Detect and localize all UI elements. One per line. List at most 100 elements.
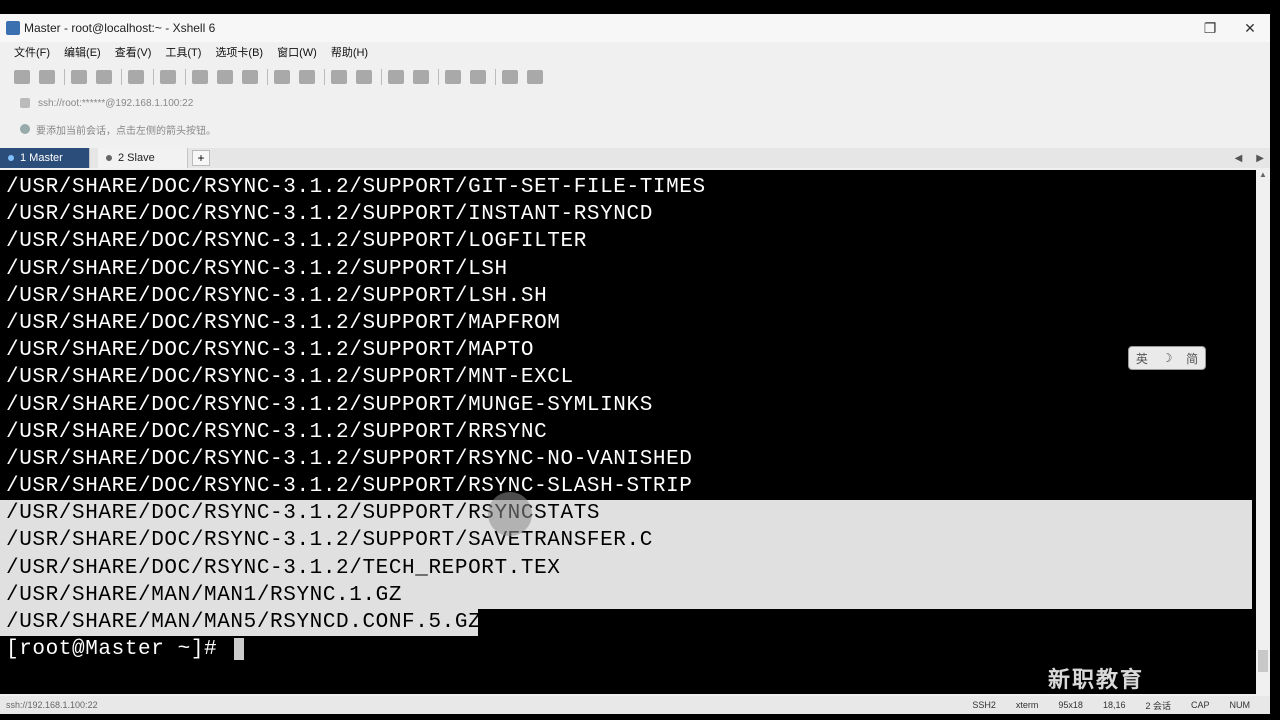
- find-icon[interactable]: [160, 70, 176, 84]
- toolbar: [0, 64, 1270, 90]
- toolbar-divider: [153, 69, 154, 85]
- window-title: Master - root@localhost:~ - Xshell 6: [24, 21, 216, 35]
- tab-prev-icon[interactable]: ◀: [1235, 153, 1243, 164]
- close-window-button[interactable]: ✕: [1230, 20, 1270, 37]
- toolbar-divider: [495, 69, 496, 85]
- menu-file[interactable]: 文件(F): [14, 44, 50, 60]
- terminal-line: /USR/SHARE/DOC/RSYNC-3.1.2/SUPPORT/LSH.S…: [6, 284, 548, 308]
- menu-window[interactable]: 窗口(W): [277, 44, 317, 60]
- tab-master[interactable]: 1 Master: [0, 148, 90, 168]
- terminal-line: /USR/SHARE/DOC/RSYNC-3.1.2/SUPPORT/MAPFR…: [6, 311, 561, 335]
- toolbar-divider: [185, 69, 186, 85]
- lock-icon[interactable]: [356, 70, 372, 84]
- info-icon: [20, 124, 30, 134]
- shell-prompt: [root@Master ~]#: [6, 638, 231, 662]
- help-icon[interactable]: [502, 70, 518, 84]
- ime-toolbar[interactable]: 英 ☽ 简: [1128, 346, 1206, 370]
- toolbar-divider: [267, 69, 268, 85]
- terminal-line: /USR/SHARE/DOC/RSYNC-3.1.2/SUPPORT/MAPTO: [6, 339, 535, 363]
- font-icon[interactable]: [242, 70, 258, 84]
- tab-bar: 1 Master 2 Slave + ◀ ▶: [0, 148, 1270, 168]
- toolbar-divider: [438, 69, 439, 85]
- address-text: ssh://root:******@192.168.1.100:22: [38, 97, 194, 109]
- toolbar-divider: [381, 69, 382, 85]
- menu-tab[interactable]: 选项卡(B): [215, 44, 263, 60]
- scroll-thumb[interactable]: [1258, 650, 1268, 672]
- fullscreen-icon[interactable]: [331, 70, 347, 84]
- session-lock-icon: [20, 98, 30, 108]
- layout-icon[interactable]: [470, 70, 486, 84]
- session-hint-bar: 要添加当前会话，点击左侧的箭头按钮。: [0, 118, 1260, 140]
- menu-view[interactable]: 查看(V): [115, 44, 152, 60]
- terminal-line-selected: /USR/SHARE/DOC/RSYNC-3.1.2/TECH_REPORT.T…: [0, 554, 1252, 582]
- disconnect-icon[interactable]: [96, 70, 112, 84]
- chat-icon[interactable]: [527, 70, 543, 84]
- terminal-line: /USR/SHARE/DOC/RSYNC-3.1.2/SUPPORT/INSTA…: [6, 203, 653, 227]
- toolbar-divider: [64, 69, 65, 85]
- tab-nav: ◀ ▶: [1221, 148, 1270, 168]
- text-cursor: [234, 637, 245, 660]
- compose-icon[interactable]: [445, 70, 461, 84]
- tab-slave[interactable]: 2 Slave: [98, 148, 188, 168]
- terminal-line: /USR/SHARE/DOC/RSYNC-3.1.2/SUPPORT/LOGFI…: [6, 230, 587, 254]
- terminal-line: /USR/SHARE/DOC/RSYNC-3.1.2/SUPPORT/MNT-E…: [6, 366, 574, 390]
- menu-edit[interactable]: 编辑(E): [64, 44, 101, 60]
- terminal-line-selected: /USR/SHARE/DOC/RSYNC-3.1.2/SUPPORT/RSYNC…: [0, 500, 1252, 528]
- ime-lang-icon[interactable]: 英: [1136, 350, 1148, 367]
- terminal-line: /USR/SHARE/DOC/RSYNC-3.1.2/SUPPORT/RSYNC…: [6, 475, 693, 499]
- status-bar: ssh://192.168.1.100:22 SSH2 xterm 95x18 …: [0, 696, 1270, 714]
- globe-icon[interactable]: [217, 70, 233, 84]
- open-folder-icon[interactable]: [39, 70, 55, 84]
- properties-icon[interactable]: [192, 70, 208, 84]
- terminal-line: /USR/SHARE/DOC/RSYNC-3.1.2/SUPPORT/RSYNC…: [6, 447, 693, 471]
- script-icon[interactable]: [299, 70, 315, 84]
- connect-icon[interactable]: [71, 70, 87, 84]
- tab-label: 1 Master: [20, 152, 63, 164]
- xshell-app-icon: [6, 21, 20, 35]
- status-protocol: SSH2: [972, 700, 996, 710]
- scroll-up-icon[interactable]: ▲: [1256, 170, 1270, 184]
- status-position: 18,16: [1102, 700, 1126, 710]
- terminal-line: /USR/SHARE/DOC/RSYNC-3.1.2/SUPPORT/LSH: [6, 257, 508, 281]
- prompt-line[interactable]: [root@Master ~]#: [6, 636, 1252, 663]
- copy-icon[interactable]: [128, 70, 144, 84]
- title-bar: Master - root@localhost:~ - Xshell 6 ❐ ✕: [0, 14, 1270, 42]
- terminal-line: /USR/SHARE/DOC/RSYNC-3.1.2/SUPPORT/GIT-S…: [6, 176, 706, 199]
- status-terminal-type: xterm: [1015, 700, 1039, 710]
- terminal-line: /USR/SHARE/DOC/RSYNC-3.1.2/SUPPORT/MUNGE…: [6, 393, 653, 417]
- terminal-line: /USR/SHARE/DOC/RSYNC-3.1.2/SUPPORT/RRSYN…: [6, 420, 548, 444]
- tab-status-icon: [8, 155, 14, 161]
- terminal-line-selected: /USR/SHARE/DOC/RSYNC-3.1.2/SUPPORT/SAVET…: [0, 527, 1252, 555]
- mouse-pointer-highlight: [488, 492, 532, 536]
- session-hint-text: 要添加当前会话，点击左侧的箭头按钮。: [36, 125, 216, 137]
- status-cap: CAP: [1190, 700, 1210, 710]
- address-bar[interactable]: ssh://root:******@192.168.1.100:22: [0, 92, 1260, 114]
- new-session-icon[interactable]: [14, 70, 30, 84]
- status-sessions: 2 会话: [1145, 700, 1171, 711]
- tab-status-icon: [106, 155, 112, 161]
- tab-label: 2 Slave: [118, 152, 155, 164]
- menu-tools[interactable]: 工具(T): [165, 44, 201, 60]
- restore-window-button[interactable]: ❐: [1190, 20, 1230, 37]
- menu-help[interactable]: 帮助(H): [331, 44, 368, 60]
- terminal-line-selected: /USR/SHARE/MAN/MAN5/RSYNCD.CONF.5.GZ: [0, 609, 481, 637]
- add-tab-button[interactable]: +: [192, 150, 210, 166]
- highlight-icon[interactable]: [413, 70, 429, 84]
- toolbar-divider: [324, 69, 325, 85]
- ime-simplified-icon[interactable]: 简: [1186, 350, 1198, 367]
- ime-moon-icon[interactable]: ☽: [1162, 351, 1173, 365]
- keyboard-icon[interactable]: [388, 70, 404, 84]
- status-size: 95x18: [1058, 700, 1083, 710]
- transfer-icon[interactable]: [274, 70, 290, 84]
- terminal-pane[interactable]: /USR/SHARE/DOC/RSYNC-3.1.2/SUPPORT/GIT-S…: [0, 170, 1256, 694]
- terminal-output: /USR/SHARE/DOC/RSYNC-3.1.2/SUPPORT/GIT-S…: [0, 174, 1252, 663]
- status-num: NUM: [1229, 700, 1251, 710]
- toolbar-divider: [121, 69, 122, 85]
- terminal-scrollbar[interactable]: ▲: [1256, 170, 1270, 694]
- status-connection: ssh://192.168.1.100:22: [6, 700, 98, 710]
- terminal-line-selected: /USR/SHARE/MAN/MAN1/RSYNC.1.GZ: [0, 581, 1252, 609]
- tab-next-icon[interactable]: ▶: [1256, 153, 1264, 164]
- watermark-logo: 新职教育: [1048, 667, 1145, 692]
- xshell-window: Master - root@localhost:~ - Xshell 6 ❐ ✕…: [0, 14, 1270, 714]
- menu-bar: 文件(F) 编辑(E) 查看(V) 工具(T) 选项卡(B) 窗口(W) 帮助(…: [0, 42, 1270, 62]
